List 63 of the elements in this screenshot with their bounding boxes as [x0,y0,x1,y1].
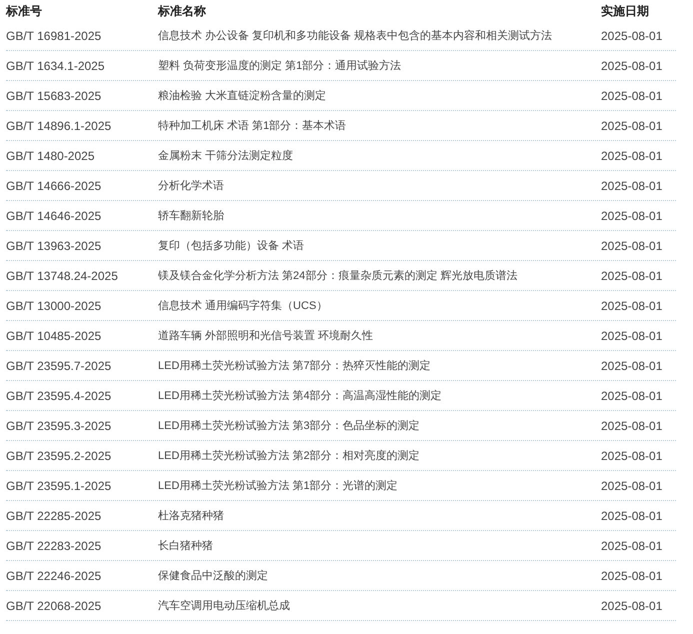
column-header: 标准号 [6,3,43,20]
table-cell-text: LED用稀土荧光粉试验方法 第2部分：相对亮度的测定 [158,448,421,463]
table-cell-text: 长白猪种猪 [158,539,214,553]
table-cell-text: GB/T 10485-2025 [6,328,102,342]
table-cell-text: 道路车辆 外部照明和光信号装置 环境耐久性 [158,328,374,343]
table-cell-text: LED用稀土荧光粉试验方法 第1部分：光谱的测定 [158,478,399,493]
table-cell-text: GB/T 1634.1-2025 [6,58,106,72]
table-cell-text: 2025-08-01 [601,298,664,312]
table-cell-text: GB/T 23595.7-2025 [6,358,112,372]
table-cell-text: GB/T 23595.2-2025 [6,448,112,462]
table-cell-text: 分析化学术语 [158,179,225,193]
table-cell-text: GB/T 23595.4-2025 [6,388,112,402]
table-cell-text: GB/T 15683-2025 [6,88,102,102]
table-cell-text: 2025-08-01 [601,88,664,102]
table-cell-text: 2025-08-01 [601,448,664,462]
column-header: 标准名称 [158,3,207,20]
table-cell-text: 2025-08-01 [601,418,664,432]
column-header: 实施日期 [601,3,650,20]
table-cell-text: 轿车翻新轮胎 [158,208,225,223]
table-cell-text: 2025-08-01 [601,508,664,522]
table-cell-text: GB/T 22246-2025 [6,568,102,582]
table-cell-text: GB/T 23595.3-2025 [6,418,112,432]
table-cell-text: GB/T 13963-2025 [6,238,102,252]
table-cell-text: 2025-08-01 [601,568,664,582]
table-cell-text: 2025-08-01 [601,58,664,72]
table-cell-text: 金属粉末 干筛分法测定粒度 [158,148,294,163]
table-cell-text: 2025-08-01 [601,598,664,612]
table-cell-text: 2025-08-01 [601,148,664,162]
table-cell-text: GB/T 22068-2025 [6,598,102,612]
table-cell-text: 塑料 负荷变形温度的测定 第1部分：通用试验方法 [158,58,402,73]
table-cell-text: 2025-08-01 [601,328,664,342]
table-cell-text: GB/T 22285-2025 [6,508,102,522]
table-cell-text: 特种加工机床 术语 第1部分：基本术语 [158,118,348,133]
table-cell-text: LED用稀土荧光粉试验方法 第3部分：色品坐标的测定 [158,418,421,433]
table-cell-text: GB/T 1480-2025 [6,148,96,162]
table-cell-text: LED用稀土荧光粉试验方法 第4部分：高温高湿性能的测定 [158,388,443,403]
table-cell-text: GB/T 23595.1-2025 [6,478,112,492]
table-cell-text: 2025-08-01 [601,388,664,402]
table-cell-text: 复印（包括多功能）设备 术语 [158,239,306,253]
table-cell-text: 镁及镁合金化学分析方法 第24部分：痕量杂质元素的测定 辉光放电质谱法 [158,268,518,283]
table-cell-text: 2025-08-01 [601,268,664,282]
table-cell-text: 信息技术 通用编码字符集（UCS） [158,298,328,313]
table-cell-text: 2025-08-01 [601,538,664,552]
table-cell-text: 2025-08-01 [601,478,664,492]
table-cell-text: GB/T 14666-2025 [6,178,102,192]
table-cell-text: 汽车空调用电动压缩机总成 [158,598,291,613]
table-cell-text: LED用稀土荧光粉试验方法 第7部分：热猝灭性能的测定 [158,358,432,373]
table-cell-text: 2025-08-01 [601,178,664,192]
table-cell-text: 2025-08-01 [601,208,664,222]
table-cell-text: GB/T 13748.24-2025 [6,268,119,282]
table-cell-text: 2025-08-01 [601,118,664,132]
table-cell-text: 粮油检验 大米直链淀粉含量的测定 [158,88,328,103]
table-cell-text: 保健食品中泛酸的测定 [158,568,269,583]
table-cell-text: 2025-08-01 [601,358,664,372]
table-cell-text: GB/T 22283-2025 [6,538,102,552]
table-cell-text: 信息技术 办公设备 复印机和多功能设备 规格表中包含的基本内容和相关测试方法 [158,28,554,43]
table-cell-text: 2025-08-01 [601,238,664,252]
table-cell-text: GB/T 14646-2025 [6,208,102,222]
table-cell-text: GB/T 13000-2025 [6,298,102,312]
table-cell-text: GB/T 16981-2025 [6,28,102,42]
table-cell-text: GB/T 14896.1-2025 [6,118,112,132]
table-cell-text: 2025-08-01 [601,28,664,42]
table-cell-text: 杜洛克猪种猪 [158,509,225,523]
